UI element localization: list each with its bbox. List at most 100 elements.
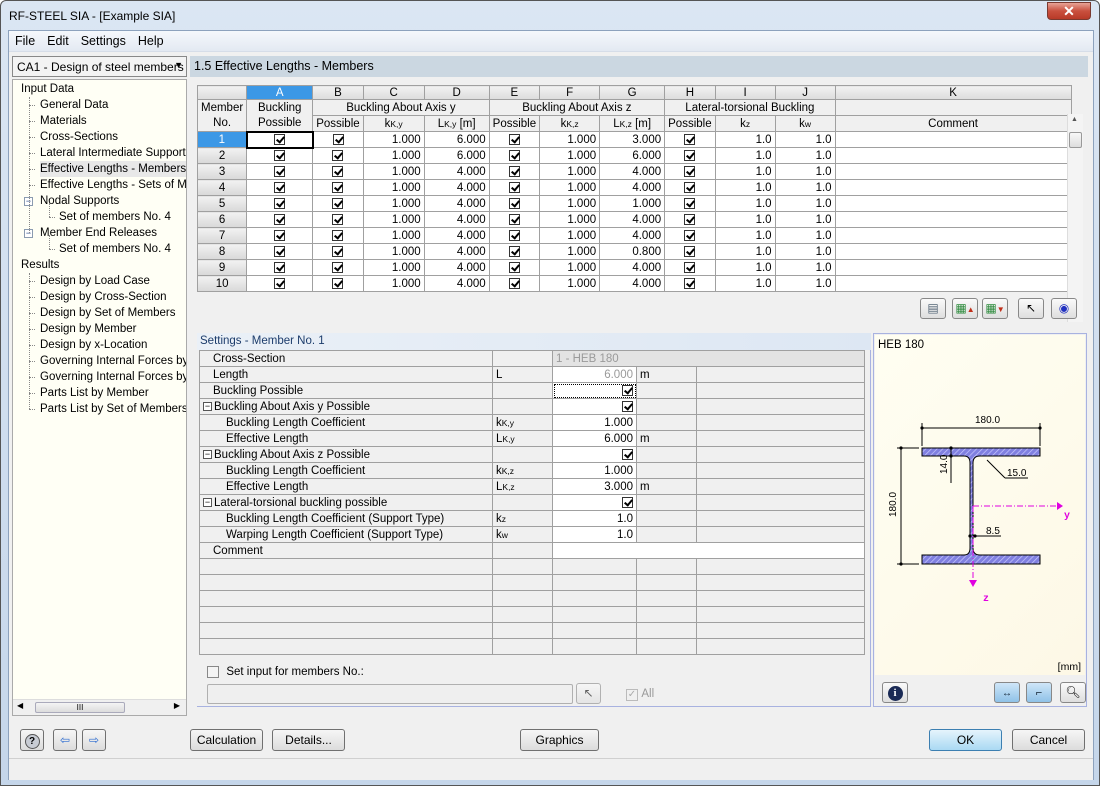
graphics-button[interactable]: Graphics	[520, 729, 599, 751]
col-letter-c[interactable]: C	[362, 85, 425, 100]
cancel-button[interactable]: Cancel	[1012, 729, 1085, 751]
setting-checkbox-cell[interactable]	[552, 382, 637, 399]
col-letter-i[interactable]: I	[714, 85, 776, 100]
row-header[interactable]: 5	[196, 195, 248, 212]
checkbox-checked[interactable]	[274, 213, 286, 225]
checkbox-cell-h[interactable]	[664, 275, 716, 292]
checkbox-checked[interactable]	[274, 133, 286, 145]
row-header[interactable]: 3	[196, 163, 248, 180]
checkbox-cell-a[interactable]	[246, 163, 314, 180]
kky-cell[interactable]: 1.000	[362, 259, 425, 276]
row-header[interactable]: 4	[196, 179, 248, 196]
kky-cell[interactable]: 1.000	[362, 275, 425, 292]
setting-checkbox-cell[interactable]	[552, 494, 637, 511]
lkz-cell[interactable]: 4.000	[599, 259, 666, 276]
tree-item-design-by-member[interactable]: Design by Member	[40, 321, 137, 337]
checkbox-checked[interactable]	[684, 245, 696, 257]
checkbox-cell-h[interactable]	[664, 179, 716, 196]
checkbox-checked[interactable]	[332, 277, 344, 289]
row-header[interactable]: 10	[196, 275, 248, 292]
tree-input-data[interactable]: Input Data	[21, 81, 74, 97]
collapse-icon[interactable]: −	[203, 401, 212, 411]
setting-checkbox-cell[interactable]	[552, 398, 637, 415]
row-header[interactable]: 9	[196, 259, 248, 276]
checkbox-cell-h[interactable]	[664, 259, 716, 276]
kz-cell[interactable]: 1.0	[714, 211, 776, 228]
col-letter-g[interactable]: G	[599, 85, 666, 100]
checkbox-cell-b[interactable]	[312, 195, 364, 212]
lkz-cell[interactable]: 1.000	[599, 195, 666, 212]
checkbox-cell-a[interactable]	[246, 227, 314, 244]
select-member-button[interactable]: ↖	[1018, 298, 1044, 319]
checkbox-cell-h[interactable]	[664, 195, 716, 212]
tree-item-design-by-set-of-members[interactable]: Design by Set of Members	[40, 305, 176, 321]
tree-item-lateral-intermediate-supports[interactable]: Lateral Intermediate Supports	[40, 145, 186, 161]
kz-cell[interactable]: 1.0	[714, 179, 776, 196]
checkbox-checked[interactable]	[622, 384, 633, 396]
checkbox-checked[interactable]	[684, 213, 696, 225]
checkbox-checked[interactable]	[684, 197, 696, 209]
kz-cell[interactable]: 1.0	[714, 275, 776, 292]
setting-value[interactable]: 6.000	[552, 366, 637, 383]
checkbox-checked[interactable]	[332, 213, 344, 225]
kky-cell[interactable]: 1.000	[362, 147, 425, 164]
tree-item-member-end-releases[interactable]: Member End Releases	[40, 225, 157, 241]
checkbox-checked[interactable]	[508, 197, 520, 209]
tree-item-design-by-load-case[interactable]: Design by Load Case	[40, 273, 150, 289]
row-header[interactable]: 8	[196, 243, 248, 260]
kky-cell[interactable]: 1.000	[362, 131, 425, 148]
checkbox-cell-b[interactable]	[312, 147, 364, 164]
kkz-cell[interactable]: 1.000	[539, 243, 601, 260]
menu-edit[interactable]: Edit	[41, 31, 75, 48]
col-letter-k[interactable]: K	[834, 85, 1072, 100]
kw-cell[interactable]: 1.0	[774, 259, 836, 276]
tree-item-effective-lengths-members[interactable]: Effective Lengths - Members	[40, 161, 186, 177]
checkbox-checked[interactable]	[332, 133, 344, 145]
checkbox-cell-h[interactable]	[664, 243, 716, 260]
kkz-cell[interactable]: 1.000	[539, 131, 601, 148]
kkz-cell[interactable]: 1.000	[539, 227, 601, 244]
checkbox-cell-h[interactable]	[664, 147, 716, 164]
kw-cell[interactable]: 1.0	[774, 243, 836, 260]
checkbox-cell-a[interactable]	[246, 259, 314, 276]
checkbox-checked[interactable]	[508, 261, 520, 273]
comment-cell[interactable]	[834, 131, 1072, 148]
kky-cell[interactable]: 1.000	[362, 179, 425, 196]
checkbox-checked[interactable]	[332, 197, 344, 209]
lky-cell[interactable]: 4.000	[423, 259, 490, 276]
checkbox-cell-a[interactable]	[246, 147, 314, 164]
collapse-icon[interactable]: −	[203, 449, 212, 459]
kw-cell[interactable]: 1.0	[774, 227, 836, 244]
lkz-cell[interactable]: 0.800	[599, 243, 666, 260]
setting-value[interactable]: 1.0	[552, 510, 637, 527]
lky-cell[interactable]: 4.000	[423, 275, 490, 292]
comment-input[interactable]	[552, 542, 865, 559]
kky-cell[interactable]: 1.000	[362, 227, 425, 244]
tree-item-governing-internal-forces-by-set-of-members[interactable]: Governing Internal Forces by Set of Memb…	[40, 369, 186, 385]
kkz-cell[interactable]: 1.000	[539, 179, 601, 196]
checkbox-checked[interactable]	[332, 245, 344, 257]
comment-cell[interactable]	[834, 243, 1072, 260]
lkz-cell[interactable]: 4.000	[599, 163, 666, 180]
setting-value[interactable]: 3.000	[552, 478, 637, 495]
ok-button[interactable]: OK	[929, 729, 1002, 751]
kz-cell[interactable]: 1.0	[714, 227, 776, 244]
checkbox-cell-h[interactable]	[664, 227, 716, 244]
row-header[interactable]: 2	[196, 147, 248, 164]
checkbox-cell-e[interactable]	[488, 227, 541, 244]
checkbox-cell-h[interactable]	[664, 211, 716, 228]
table-vertical-scrollbar[interactable]: ▲ ▼	[1067, 114, 1083, 322]
lkz-cell[interactable]: 4.000	[599, 211, 666, 228]
scroll-left-icon[interactable]: ◀	[17, 701, 23, 710]
kky-cell[interactable]: 1.000	[362, 195, 425, 212]
checkbox-cell-a[interactable]	[246, 275, 314, 292]
lky-cell[interactable]: 4.000	[423, 211, 490, 228]
comment-cell[interactable]	[834, 259, 1072, 276]
lky-cell[interactable]: 6.000	[423, 147, 490, 164]
checkbox-checked[interactable]	[332, 149, 344, 161]
lky-cell[interactable]: 4.000	[423, 179, 490, 196]
checkbox-cell-h[interactable]	[664, 131, 716, 148]
checkbox-cell-e[interactable]	[488, 179, 541, 196]
scroll-thumb[interactable]	[1069, 132, 1082, 148]
checkbox-checked[interactable]	[274, 165, 286, 177]
